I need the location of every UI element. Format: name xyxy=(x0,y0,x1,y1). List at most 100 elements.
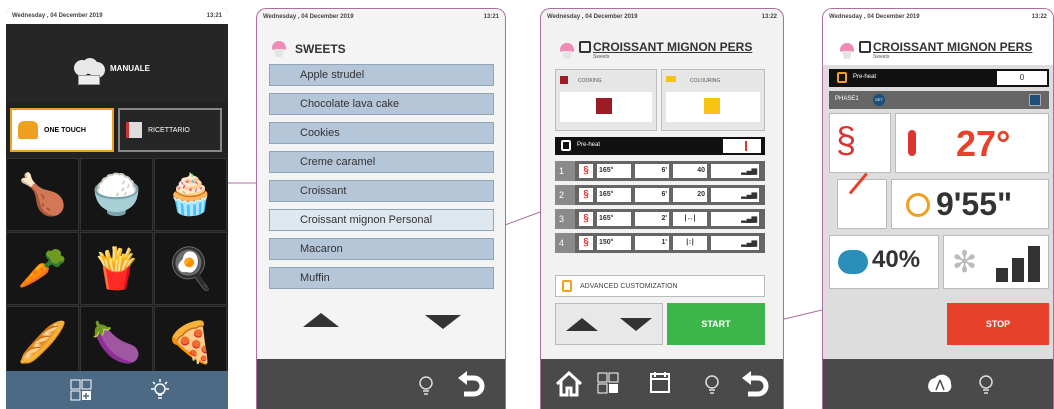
roast-chicken-icon[interactable]: 🍗 xyxy=(6,158,79,231)
status-bar: Wednesday , 04 December 2019 13:21 xyxy=(257,9,505,25)
probe-box[interactable] xyxy=(837,172,887,229)
heat-mode-icon: § xyxy=(579,212,593,226)
time-box[interactable]: 9'55" xyxy=(891,179,1049,229)
category-title: SWEETS xyxy=(295,42,346,56)
start-button[interactable]: START xyxy=(667,303,765,345)
bottom-toolbar xyxy=(541,359,783,409)
vegetables-icon[interactable]: 🥕 xyxy=(6,232,79,305)
phase-time: 1' xyxy=(635,236,669,250)
heat-mode-icon: § xyxy=(579,164,593,178)
pizza-icon[interactable]: 🍕 xyxy=(154,306,227,379)
ricettario-label: RICETTARIO xyxy=(148,126,190,134)
manuale-label: MANUALE xyxy=(110,64,150,73)
status-date: Wednesday , 04 December 2019 xyxy=(263,14,354,20)
clock-icon xyxy=(906,193,930,217)
cooking-label: COOKING xyxy=(578,78,602,84)
phase-humidity: 20 xyxy=(673,188,707,202)
fan-speed-icon: ▂▄▆ xyxy=(711,164,759,178)
recipe-item[interactable]: Apple strudel xyxy=(269,64,494,86)
light-bulb-icon[interactable] xyxy=(148,378,172,402)
advanced-customization-label: ADVANCED CUSTOMIZATION xyxy=(580,283,678,290)
back-arrow-icon[interactable] xyxy=(457,370,485,400)
recipe-item[interactable]: Cookies xyxy=(269,122,494,144)
phase-row[interactable]: 2 § 165° 6' 20 ▂▄▆ xyxy=(555,185,765,205)
heat-mode-icon: § xyxy=(579,188,593,202)
set-badge: SET xyxy=(873,94,885,106)
preheat-value: 0 xyxy=(997,71,1047,85)
colouring-label: COLOURING xyxy=(690,78,721,84)
phase-number: 2 xyxy=(555,185,575,205)
humidity-box[interactable]: 40% xyxy=(829,235,939,289)
cleaning-icon[interactable] xyxy=(927,372,953,396)
preheat-label: Pre-heat xyxy=(853,74,877,80)
breadsticks-icon[interactable]: 🥖 xyxy=(6,306,79,379)
cupcake-icon[interactable]: 🧁 xyxy=(154,158,227,231)
scroll-up-icon[interactable] xyxy=(303,313,339,327)
manuale-button[interactable]: MANUALE xyxy=(6,24,228,102)
recipe-item[interactable]: Creme caramel xyxy=(269,151,494,173)
ricettario-button[interactable]: RICETTARIO xyxy=(118,108,222,152)
add-program-icon[interactable] xyxy=(70,379,92,401)
preheat-label: Pre-heat xyxy=(577,142,601,148)
cupcake-icon xyxy=(271,41,287,57)
fan-speed-icon: ▂▄▆ xyxy=(711,188,759,202)
phase-temperature: 165° xyxy=(597,188,631,202)
phase-row[interactable]: 3 § 165° 2' |↔| ▂▄▆ xyxy=(555,209,765,229)
home-icon[interactable] xyxy=(555,371,583,397)
recipe-subtitle: Sweets xyxy=(593,54,610,60)
calendar-icon[interactable] xyxy=(649,371,673,395)
one-touch-button[interactable]: ONE TOUCH xyxy=(10,108,114,152)
rice-bowl-icon[interactable]: 🍚 xyxy=(80,158,153,231)
lock-icon xyxy=(561,140,571,151)
fried-eggs-icon[interactable]: 🍳 xyxy=(154,232,227,305)
recipe-subtitle: Sweets xyxy=(873,54,890,60)
recipe-item[interactable]: Croissant xyxy=(269,180,494,202)
scroll-up-icon[interactable] xyxy=(566,318,598,331)
temperature-box[interactable]: 27° xyxy=(895,113,1049,173)
sweets-list-screen: Wednesday , 04 December 2019 13:21 SWEET… xyxy=(256,8,506,409)
phase-flag-icon xyxy=(1029,94,1041,106)
preheat-bar[interactable]: Pre-heat xyxy=(555,137,765,155)
recipe-item[interactable]: Muffin xyxy=(269,267,494,289)
recipe-item[interactable]: Chocolate lava cake xyxy=(269,93,494,115)
steam-valve-icon: |↕| xyxy=(673,236,707,250)
phase-humidity: 40 xyxy=(673,164,707,178)
heat-mode-icon: § xyxy=(579,236,593,250)
recipe-title: CROISSANT MIGNON PERS xyxy=(873,40,1033,54)
heat-mode-box[interactable]: § xyxy=(829,113,891,173)
status-date: Wednesday , 04 December 2019 xyxy=(829,14,920,20)
phase-temperature: 165° xyxy=(597,212,631,226)
fan-speed-box[interactable]: ✻ xyxy=(943,235,1049,289)
scroll-down-icon[interactable] xyxy=(620,318,652,331)
light-bulb-icon[interactable] xyxy=(417,375,435,395)
lock-icon xyxy=(859,41,871,53)
recipe-title: CROISSANT MIGNON PERS xyxy=(593,40,753,54)
advanced-customization-button[interactable]: ADVANCED CUSTOMIZATION xyxy=(555,275,765,297)
cooking-level-box[interactable]: COOKING xyxy=(555,69,657,131)
phase-row[interactable]: 4 § 150° 1' |↕| ▂▄▆ xyxy=(555,233,765,253)
status-bar: Wednesday , 04 December 2019 13:21 xyxy=(6,8,228,24)
scroll-down-icon[interactable] xyxy=(425,315,461,329)
light-bulb-icon[interactable] xyxy=(703,374,721,394)
bottom-toolbar xyxy=(6,371,228,409)
colouring-level-box[interactable]: COLOURING xyxy=(661,69,765,131)
stop-button[interactable]: STOP xyxy=(947,303,1049,345)
add-program-icon[interactable] xyxy=(597,372,619,394)
probe-icon xyxy=(848,172,868,195)
phase-number: 1 xyxy=(555,161,575,181)
french-fries-icon[interactable]: 🍟 xyxy=(80,232,153,305)
preheat-bar[interactable]: Pre-heat 0 xyxy=(829,69,1049,87)
status-bar: Wednesday , 04 December 2019 13:22 xyxy=(541,9,783,25)
status-date: Wednesday , 04 December 2019 xyxy=(12,13,103,19)
phase-time: 6' xyxy=(635,164,669,178)
recipe-detail-screen: Wednesday , 04 December 2019 13:22 CROIS… xyxy=(540,8,784,409)
phase-header: PHASE1 SET xyxy=(829,91,1049,109)
light-bulb-icon[interactable] xyxy=(977,374,995,394)
recipe-item[interactable]: Macaron xyxy=(269,238,494,260)
phase-row[interactable]: 1 § 165° 6' 40 ▂▄▆ xyxy=(555,161,765,181)
back-arrow-icon[interactable] xyxy=(741,370,769,400)
grilled-vegetables-icon[interactable]: 🍆 xyxy=(80,306,153,379)
recipe-item-selected[interactable]: Croissant mignon Personal xyxy=(269,209,494,231)
status-time: 13:21 xyxy=(206,13,222,19)
cupcake-icon xyxy=(559,43,575,59)
